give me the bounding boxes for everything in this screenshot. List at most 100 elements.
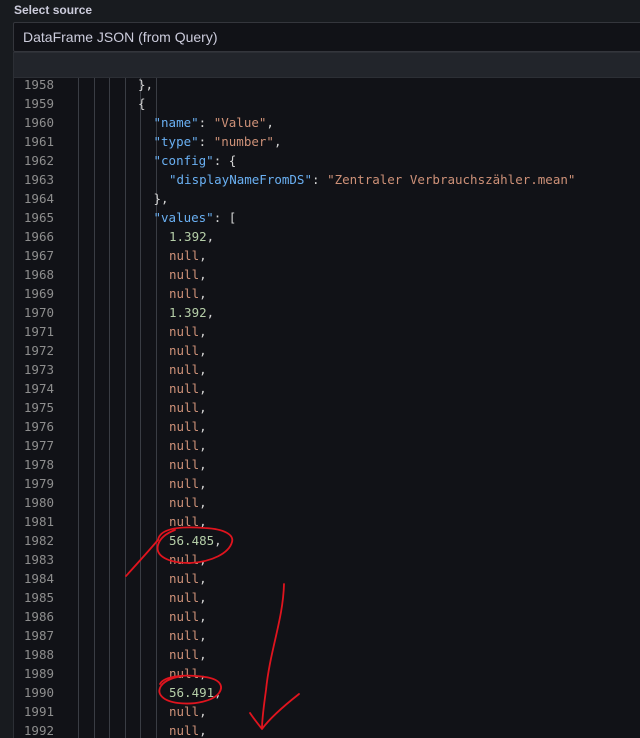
code-line: 1966 1.392, xyxy=(14,227,640,246)
source-select[interactable]: DataFrame JSON (from Query) xyxy=(13,22,640,52)
code-text: null, xyxy=(169,379,207,398)
line-number: 1963 xyxy=(23,172,54,187)
code-line: 1987 null, xyxy=(14,626,640,645)
code-text: null, xyxy=(169,474,207,493)
code-line: 1981 null, xyxy=(14,512,640,531)
code-line: 1985 null, xyxy=(14,588,640,607)
code-token: null xyxy=(169,419,200,434)
code-token: "Zentraler Verbrauchszähler.mean" xyxy=(327,172,576,187)
line-number: 1960 xyxy=(23,115,54,130)
code-line: 1978 null, xyxy=(14,455,640,474)
code-text: null, xyxy=(169,588,207,607)
code-text: null, xyxy=(169,569,207,588)
code-line: 1984 null, xyxy=(14,569,640,588)
code-token: "type" xyxy=(153,134,199,149)
code-token: null xyxy=(169,438,200,453)
code-token: , xyxy=(199,666,207,681)
code-line: 1959 { xyxy=(14,94,640,113)
line-number: 1966 xyxy=(23,229,54,244)
code-token: null xyxy=(169,495,200,510)
source-select-value: DataFrame JSON (from Query) xyxy=(23,29,218,45)
code-line: 1962 "config": { xyxy=(14,151,640,170)
code-text: 56.485, xyxy=(169,531,222,550)
line-number: 1991 xyxy=(23,704,54,719)
json-code-editor[interactable]: 1958}, 1959 {1960 "name": "Value", 1961 "type… xyxy=(13,78,640,738)
line-number: 1974 xyxy=(23,381,54,396)
line-number: 1992 xyxy=(23,723,54,738)
code-token: , xyxy=(199,476,207,491)
line-number: 1981 xyxy=(23,514,54,529)
editor-toolbar xyxy=(13,52,640,78)
code-line: 1971 null, xyxy=(14,322,640,341)
code-token: null xyxy=(169,571,200,586)
code-token: 56.485 xyxy=(169,533,215,548)
line-number: 1962 xyxy=(23,153,54,168)
code-line: 1979 null, xyxy=(14,474,640,493)
code-token: , xyxy=(199,267,207,282)
code-line: 1983 null, xyxy=(14,550,640,569)
code-token: , xyxy=(199,438,207,453)
code-text: null, xyxy=(169,645,207,664)
code-token: null xyxy=(169,400,200,415)
code-token: }, xyxy=(138,78,154,92)
code-token: , xyxy=(199,590,207,605)
line-number: 1958 xyxy=(23,78,54,92)
code-text: null, xyxy=(169,246,207,265)
code-line: 1973 null, xyxy=(14,360,640,379)
code-line: 1991 null, xyxy=(14,702,640,721)
line-number: 1972 xyxy=(23,343,54,358)
line-number: 1961 xyxy=(23,134,54,149)
code-line: 1975 null, xyxy=(14,398,640,417)
code-token: "Value" xyxy=(213,115,267,130)
code-token: 56.491 xyxy=(169,685,215,700)
code-token: : xyxy=(198,115,214,130)
code-line: 1958}, xyxy=(14,78,640,94)
code-token: "config" xyxy=(153,153,214,168)
code-token: , xyxy=(199,324,207,339)
code-token: : [ xyxy=(213,210,237,225)
code-token: , xyxy=(199,609,207,624)
line-number: 1986 xyxy=(23,609,54,624)
line-number: 1959 xyxy=(23,96,54,111)
code-line: 1982 56.485, xyxy=(14,531,640,550)
code-line: 1980 null, xyxy=(14,493,640,512)
code-text: 1.392, xyxy=(169,303,214,322)
code-token: , xyxy=(266,115,274,130)
line-number: 1984 xyxy=(23,571,54,586)
code-text: null, xyxy=(169,436,207,455)
code-text: "values": [ xyxy=(154,208,237,227)
select-source-label: Select source xyxy=(14,3,93,17)
code-text: }, xyxy=(154,189,169,208)
code-text: 1.392, xyxy=(169,227,214,246)
code-token: null xyxy=(169,609,200,624)
code-token: , xyxy=(199,495,207,510)
code-text: null, xyxy=(169,512,207,531)
code-token: null xyxy=(169,343,200,358)
code-line: 1989 null, xyxy=(14,664,640,683)
line-number: 1988 xyxy=(23,647,54,662)
code-text: null, xyxy=(169,265,207,284)
code-line: 1964}, xyxy=(14,189,640,208)
code-token: , xyxy=(199,381,207,396)
line-number: 1987 xyxy=(23,628,54,643)
code-text: null, xyxy=(169,607,207,626)
code-token: : { xyxy=(213,153,237,168)
code-token: { xyxy=(138,96,146,111)
code-token: : xyxy=(312,172,328,187)
line-number: 1990 xyxy=(23,685,54,700)
code-text: "displayNameFromDS": "Zentraler Verbrauc… xyxy=(169,170,575,189)
code-text: null, xyxy=(169,284,207,303)
code-line: 1965 "values": [ xyxy=(14,208,640,227)
code-text: null, xyxy=(169,493,207,512)
code-text: null, xyxy=(169,550,207,569)
code-text: 56.491, xyxy=(169,683,222,702)
code-line: 1960 "name": "Value", xyxy=(14,113,640,132)
code-token: , xyxy=(199,457,207,472)
code-token: null xyxy=(169,457,200,472)
code-line: 1986 null, xyxy=(14,607,640,626)
code-text: null, xyxy=(169,702,207,721)
code-token: null xyxy=(169,267,200,282)
line-number: 1977 xyxy=(23,438,54,453)
line-number: 1989 xyxy=(23,666,54,681)
line-number: 1983 xyxy=(23,552,54,567)
